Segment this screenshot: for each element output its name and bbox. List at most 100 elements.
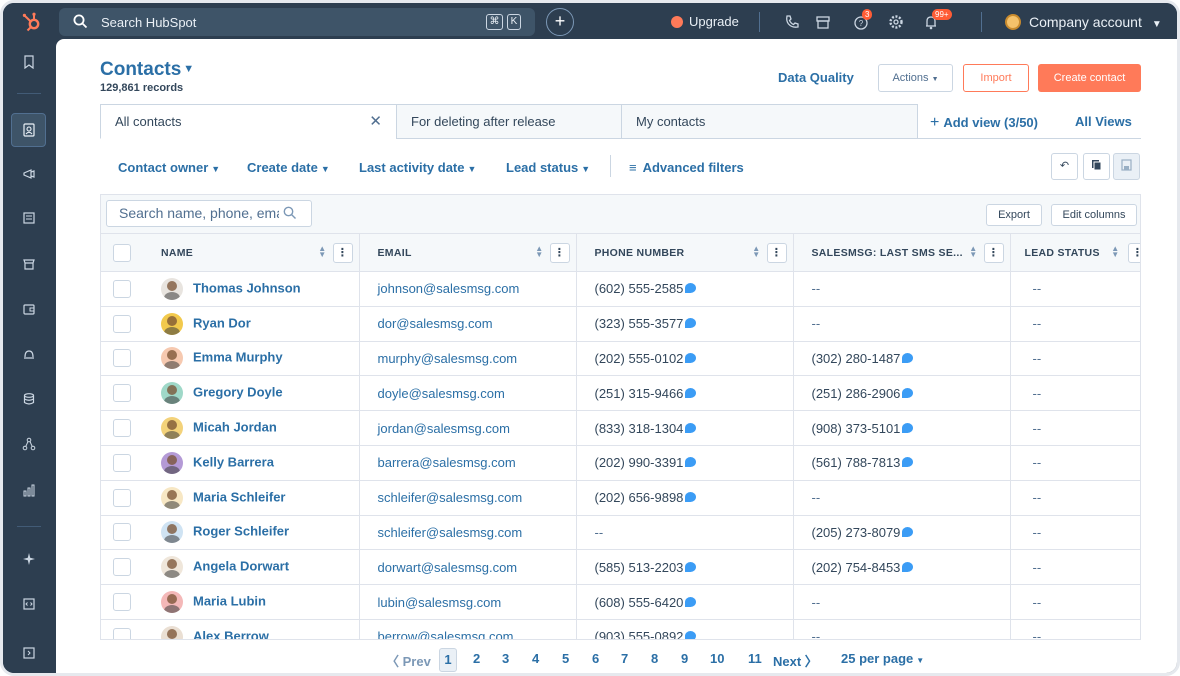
column-header-name[interactable]: NAME ▲ ▼ ⋮ — [143, 233, 360, 272]
row-checkbox[interactable] — [113, 453, 131, 472]
salesmsg-chat-icon[interactable] — [685, 318, 697, 329]
phone-number[interactable]: (323) 555-3577 — [595, 316, 684, 331]
phone-number[interactable]: (608) 555-6420 — [595, 595, 684, 610]
table-row[interactable]: Emma Murphy murphy@salesmsg.com (202) 555-… — [101, 341, 1140, 377]
salesmsg-chat-icon[interactable] — [685, 422, 697, 433]
phone-cell[interactable]: (608) 555-6420 — [576, 584, 794, 620]
column-header-email[interactable]: EMAIL ▲ ▼ ⋮ — [359, 233, 577, 272]
salesmsg-chat-icon[interactable] — [902, 526, 914, 537]
salesmsg-chat-icon[interactable] — [685, 352, 697, 363]
tab-my-contacts[interactable]: My contacts — [621, 104, 918, 139]
sort-icon[interactable]: ▲ ▼ — [969, 245, 977, 259]
expand-sidebar-icon[interactable] — [11, 637, 46, 671]
last-sms-number[interactable]: (561) 788-7813 — [812, 455, 901, 470]
advanced-filters-button[interactable]: ≡ Advanced filters — [629, 160, 744, 175]
salesmsg-chat-icon[interactable] — [902, 457, 914, 468]
email-link[interactable]: johnson@salesmsg.com — [378, 281, 520, 296]
page-button[interactable]: 8 — [651, 651, 658, 666]
salesmsg-chat-icon[interactable] — [685, 283, 697, 294]
email-link[interactable]: jordan@salesmsg.com — [378, 421, 510, 436]
page-button[interactable]: 5 — [562, 651, 569, 666]
save-view-icon[interactable] — [1113, 153, 1140, 180]
last-sms-number[interactable]: (205) 273-8079 — [812, 525, 901, 540]
table-row[interactable]: Thomas Johnson johnson@salesmsg.com (602) … — [101, 271, 1140, 307]
phone-cell[interactable]: (833) 318-1304 — [576, 410, 794, 446]
email-link[interactable]: murphy@salesmsg.com — [378, 351, 518, 366]
column-menu-icon[interactable]: ⋮ — [1127, 243, 1140, 263]
undo-icon[interactable]: ↶ — [1051, 153, 1078, 180]
account-menu[interactable]: Company account ▼ — [1005, 14, 1162, 30]
prev-page-button[interactable]: 〈 Prev — [386, 651, 431, 670]
page-button-current[interactable]: 1 — [439, 648, 457, 672]
tab-all-contacts[interactable]: All contacts ✕ — [100, 104, 397, 139]
page-button[interactable]: 9 — [681, 651, 688, 666]
row-checkbox[interactable] — [113, 384, 131, 403]
bookmarks-icon[interactable] — [11, 46, 46, 80]
page-button[interactable]: 7 — [621, 651, 628, 666]
last-sms-number[interactable]: (302) 280-1487 — [812, 351, 901, 366]
phone-number[interactable]: (602) 555-2585 — [595, 281, 684, 296]
ai-sparkle-icon[interactable] — [11, 543, 46, 577]
contact-name-link[interactable]: Micah Jordan — [193, 420, 277, 435]
actions-dropdown-button[interactable]: Actions ▼ — [878, 64, 953, 92]
column-header-phone[interactable]: PHONE NUMBER ▲ ▼ ⋮ — [576, 233, 794, 272]
phone-cell[interactable]: (323) 555-3577 — [576, 306, 794, 342]
salesmsg-chat-icon[interactable] — [685, 492, 697, 503]
table-row[interactable]: Kelly Barrera barrera@salesmsg.com (202) 9… — [101, 445, 1140, 481]
sort-icon[interactable]: ▲ ▼ — [752, 245, 760, 259]
contact-name-link[interactable]: Emma Murphy — [193, 350, 283, 365]
email-link[interactable]: dorwart@salesmsg.com — [378, 560, 518, 575]
email-link[interactable]: schleifer@salesmsg.com — [378, 490, 523, 505]
salesmsg-chat-icon[interactable] — [685, 387, 697, 398]
content-icon[interactable] — [11, 202, 46, 236]
add-view-button[interactable]: + Add view (3/50) — [930, 114, 1038, 132]
contact-name-link[interactable]: Roger Schleifer — [193, 524, 289, 539]
upgrade-button[interactable]: Upgrade — [671, 14, 739, 29]
column-menu-icon[interactable]: ⋮ — [766, 243, 787, 263]
column-menu-icon[interactable]: ⋮ — [549, 243, 570, 263]
import-button[interactable]: Import — [963, 64, 1029, 92]
last-sms-number[interactable]: (202) 754-8453 — [812, 560, 901, 575]
create-new-button[interactable]: + — [546, 8, 574, 36]
row-checkbox[interactable] — [113, 558, 131, 577]
page-button[interactable]: 10 — [710, 651, 724, 666]
developer-code-icon[interactable] — [11, 588, 46, 622]
export-button[interactable]: Export — [986, 204, 1042, 226]
phone-cell[interactable]: (202) 656-9898 — [576, 480, 794, 516]
next-page-button[interactable]: Next 〉 — [773, 651, 818, 670]
marketing-megaphone-icon[interactable] — [11, 158, 46, 192]
email-link[interactable]: berrow@salesmsg.com — [378, 629, 514, 639]
sort-icon[interactable]: ▲ ▼ — [535, 245, 543, 259]
table-row[interactable]: Ryan Dor dor@salesmsg.com (323) 555-3577 --… — [101, 306, 1140, 342]
phone-cell[interactable]: (602) 555-2585 — [576, 271, 794, 307]
page-button[interactable]: 11 — [748, 651, 762, 666]
row-checkbox[interactable] — [113, 523, 131, 542]
salesmsg-chat-icon[interactable] — [685, 457, 697, 468]
phone-number[interactable]: (251) 315-9466 — [595, 386, 684, 401]
phone-cell[interactable]: (903) 555-0892 — [576, 619, 794, 639]
sort-icon[interactable]: ▲ ▼ — [318, 245, 326, 259]
close-icon[interactable]: ✕ — [369, 105, 382, 138]
per-page-dropdown[interactable]: 25 per page ▼ — [841, 651, 924, 666]
filter-last-activity-date[interactable]: Last activity date ▼ — [359, 160, 476, 175]
phone-cell[interactable]: (251) 315-9466 — [576, 375, 794, 412]
last-sms-number[interactable]: (251) 286-2906 — [812, 386, 901, 401]
email-link[interactable]: dor@salesmsg.com — [378, 316, 493, 331]
marketplace-icon[interactable] — [814, 13, 832, 31]
contact-name-link[interactable]: Gregory Doyle — [193, 385, 283, 400]
reporting-bar-chart-icon[interactable] — [11, 474, 46, 508]
last-sms-cell[interactable]: (205) 273-8079 — [793, 515, 1011, 551]
contact-name-link[interactable]: Maria Lubin — [193, 594, 266, 609]
last-sms-number[interactable]: (908) 373-5101 — [812, 421, 901, 436]
salesmsg-chat-icon[interactable] — [685, 561, 697, 572]
tab-for-deleting-after-release[interactable]: For deleting after release — [396, 104, 622, 139]
phone-number[interactable]: (903) 555-0892 — [595, 629, 684, 639]
global-search-input[interactable]: Search HubSpot ⌘ K — [59, 8, 535, 36]
contact-name-link[interactable]: Ryan Dor — [193, 315, 251, 330]
table-row[interactable]: Roger Schleifer schleifer@salesmsg.com -- (… — [101, 515, 1140, 551]
column-menu-icon[interactable]: ⋮ — [332, 243, 353, 263]
phone-cell[interactable]: (585) 513-2203 — [576, 549, 794, 586]
last-sms-cell[interactable]: (302) 280-1487 — [793, 341, 1011, 377]
page-button[interactable]: 4 — [532, 651, 539, 666]
salesmsg-chat-icon[interactable] — [902, 561, 914, 572]
